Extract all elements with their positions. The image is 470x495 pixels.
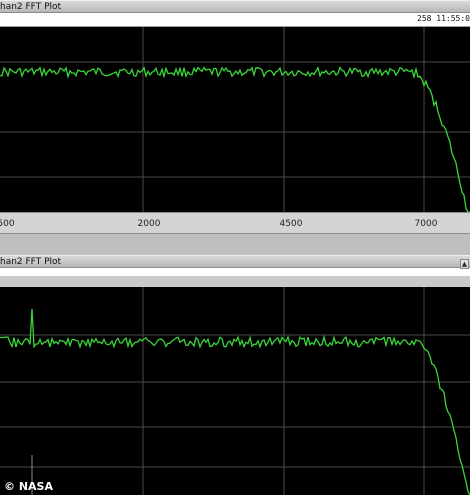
- top-fft-plot: [0, 27, 470, 212]
- panel-divider: [0, 234, 470, 255]
- top-panel-status-bar: 258 11:55:0: [0, 13, 470, 27]
- x-tick-label: 7000: [414, 219, 438, 229]
- plot-background: [0, 287, 470, 495]
- scroll-up-arrow-icon[interactable]: ▲: [460, 259, 469, 269]
- x-tick-label: 500: [0, 219, 15, 229]
- top-panel-title-bar[interactable]: han2 FFT Plot: [0, 0, 470, 13]
- x-axis: 500 2000 4500 7000: [0, 212, 470, 234]
- top-panel-title: han2 FFT Plot: [0, 2, 62, 12]
- bottom-panel-title: han2 FFT Plot: [0, 257, 62, 267]
- credit-label: © NASA: [4, 480, 53, 493]
- bottom-panel-title-bar[interactable]: han2 FFT Plot: [0, 255, 470, 268]
- timestamp: 258 11:55:0: [417, 14, 470, 23]
- x-tick-label: 2000: [137, 219, 161, 229]
- bottom-panel-status-bar: [0, 268, 470, 276]
- x-tick-label: 4500: [279, 219, 303, 229]
- bottom-fft-plot: [0, 287, 470, 495]
- plot-background: [0, 27, 470, 212]
